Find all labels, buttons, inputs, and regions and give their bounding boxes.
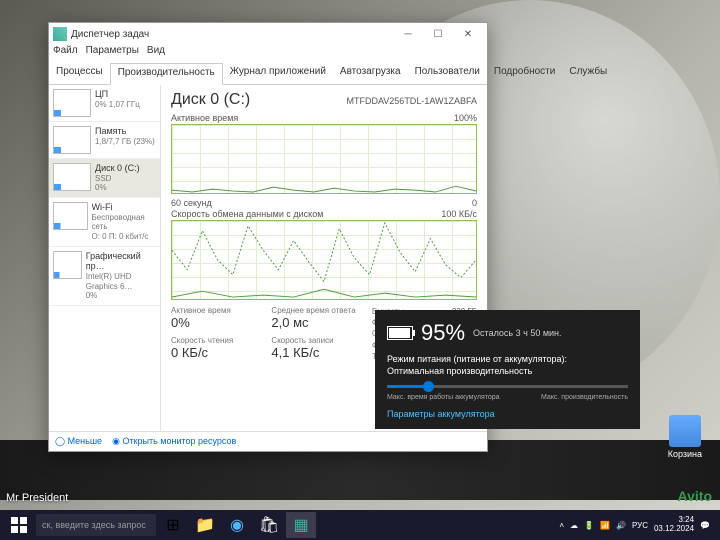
battery-remaining: Осталось 3 ч 50 мин. <box>473 328 561 338</box>
stat-label: Скорость записи <box>271 336 355 345</box>
thumb-icon <box>53 163 91 191</box>
minimize-button[interactable]: ─ <box>393 24 423 44</box>
stat-value: 4,1 КБ/с <box>271 345 355 360</box>
close-button[interactable]: ✕ <box>453 24 483 44</box>
power-slider[interactable] <box>387 385 628 388</box>
battery-params-link[interactable]: Параметры аккумулятора <box>387 409 628 419</box>
app-icon <box>53 27 67 41</box>
stat-value: 0 КБ/с <box>171 345 255 360</box>
sidebar-sub: 0% <box>86 291 156 301</box>
tab-apphistory[interactable]: Журнал приложений <box>223 63 333 84</box>
taskbar-app-taskmgr[interactable]: ▦ <box>286 512 316 538</box>
start-button[interactable] <box>4 512 34 538</box>
sidebar-label: Wi-Fi <box>92 202 157 213</box>
sidebar-sub: SSD <box>95 174 140 184</box>
tray-battery-icon[interactable]: 🔋 <box>584 521 594 530</box>
taskbar-clock[interactable]: 3:24 03.12.2024 <box>654 516 694 534</box>
chart-max: 100 КБ/с <box>441 209 477 219</box>
tray-onedrive-icon[interactable]: ☁ <box>570 521 578 530</box>
stat-label: Скорость чтения <box>171 336 255 345</box>
maximize-button[interactable]: ☐ <box>423 24 453 44</box>
recycle-bin[interactable]: Корзина <box>668 415 702 459</box>
window-footer: ◯ Меньше ◉ Открыть монитор ресурсов <box>49 431 487 451</box>
stat-value: 0% <box>171 315 255 330</box>
menubar: Файл Параметры Вид <box>49 45 487 63</box>
clock-date: 03.12.2024 <box>654 525 694 534</box>
battery-icon <box>387 326 413 340</box>
taskbar-app-explorer[interactable]: 📁 <box>190 512 220 538</box>
titlebar[interactable]: Диспетчер задач ─ ☐ ✕ <box>49 23 487 45</box>
chart-label: Активное время <box>171 113 238 123</box>
tray-wifi-icon[interactable]: 📶 <box>600 521 610 530</box>
tray-lang[interactable]: РУС <box>632 521 648 530</box>
sidebar-item-gpu[interactable]: Графический пр…Intel(R) UHD Graphics 6…0… <box>49 247 160 306</box>
slider-label-left: Макс. время работы аккумулятора <box>387 394 500 401</box>
menu-file[interactable]: Файл <box>53 45 78 63</box>
recycle-bin-icon <box>669 415 701 447</box>
taskbar: ск, введите здесь запрос ⊞ 📁 ◉ 🛍 ▦ ˄ ☁ 🔋… <box>0 510 720 540</box>
tab-performance[interactable]: Производительность <box>110 63 223 85</box>
taskbar-app-edge[interactable]: ◉ <box>222 512 252 538</box>
sidebar-label: Графический пр… <box>86 251 156 273</box>
chart-max: 100% <box>454 113 477 123</box>
taskbar-search[interactable]: ск, введите здесь запрос <box>36 514 156 536</box>
tray-volume-icon[interactable]: 🔊 <box>616 521 626 530</box>
battery-percent: 95% <box>421 320 465 346</box>
recycle-label: Корзина <box>668 449 702 459</box>
thumb-icon <box>53 202 88 230</box>
tray-chevron-icon[interactable]: ˄ <box>559 521 564 530</box>
watermark-right: Avito <box>678 488 712 504</box>
sidebar-item-cpu[interactable]: ЦП0% 1,07 ГГц <box>49 85 160 122</box>
power-mode-value: Оптимальная производительность <box>387 366 628 378</box>
task-view-button[interactable]: ⊞ <box>158 512 188 538</box>
stat-value: 2,0 мс <box>271 315 355 330</box>
chart-transfer-rate <box>171 220 477 300</box>
sidebar-sub: 0% <box>95 183 140 193</box>
sidebar-label: Память <box>95 126 155 137</box>
action-center-icon[interactable]: 💬 <box>700 521 710 530</box>
disk-model: MTFDDAV256TDL-1AW1ZABFA <box>346 96 477 106</box>
stat-label: Активное время <box>171 306 255 315</box>
taskbar-app-store[interactable]: 🛍 <box>254 512 284 538</box>
chart-active-time <box>171 124 477 194</box>
tab-users[interactable]: Пользователи <box>408 63 487 84</box>
watermark-left: Mr President <box>6 492 68 504</box>
sidebar-sub: 0% 1,07 ГГц <box>95 100 140 110</box>
tab-processes[interactable]: Процессы <box>49 63 110 84</box>
thumb-icon <box>53 126 91 154</box>
slider-label-right: Макс. производительность <box>541 394 628 401</box>
sidebar-label: ЦП <box>95 89 140 100</box>
thumb-icon <box>53 251 82 279</box>
stat-label: Среднее время ответа <box>271 306 355 315</box>
sidebar-label: Диск 0 (C:) <box>95 163 140 174</box>
power-mode-label: Режим питания (питание от аккумулятора): <box>387 354 628 366</box>
sidebar-sub: О: 0 П: 0 кбит/с <box>92 232 157 242</box>
thumb-icon <box>53 89 91 117</box>
perf-sidebar: ЦП0% 1,07 ГГц Память1,8/7,7 ГБ (23%) Дис… <box>49 85 161 431</box>
tab-services[interactable]: Службы <box>562 63 614 84</box>
battery-flyout: 95% Осталось 3 ч 50 мин. Режим питания (… <box>375 310 640 429</box>
sidebar-item-disk[interactable]: Диск 0 (C:)SSD0% <box>49 159 160 198</box>
chart-label: Скорость обмена данными с диском <box>171 209 323 219</box>
tab-startup[interactable]: Автозагрузка <box>333 63 408 84</box>
system-tray: ˄ ☁ 🔋 📶 🔊 РУС 3:24 03.12.2024 💬 <box>553 516 716 534</box>
tab-details[interactable]: Подробности <box>487 63 562 84</box>
disk-title: Диск 0 (C:) <box>171 91 250 109</box>
sidebar-item-wifi[interactable]: Wi-FiБеспроводная сетьО: 0 П: 0 кбит/с <box>49 198 160 247</box>
menu-options[interactable]: Параметры <box>86 45 139 63</box>
xaxis-end: 0 <box>472 198 477 208</box>
fewer-details-link[interactable]: ◯ Меньше <box>55 436 102 447</box>
sidebar-sub: Intel(R) UHD Graphics 6… <box>86 272 156 291</box>
sidebar-sub: Беспроводная сеть <box>92 213 157 232</box>
window-title: Диспетчер задач <box>71 29 393 40</box>
menu-view[interactable]: Вид <box>147 45 165 63</box>
tabstrip: Процессы Производительность Журнал прило… <box>49 63 487 85</box>
sidebar-sub: 1,8/7,7 ГБ (23%) <box>95 137 155 147</box>
sidebar-item-memory[interactable]: Память1,8/7,7 ГБ (23%) <box>49 122 160 159</box>
resmon-link[interactable]: ◉ Открыть монитор ресурсов <box>112 436 236 447</box>
xaxis-label: 60 секунд <box>171 198 212 208</box>
